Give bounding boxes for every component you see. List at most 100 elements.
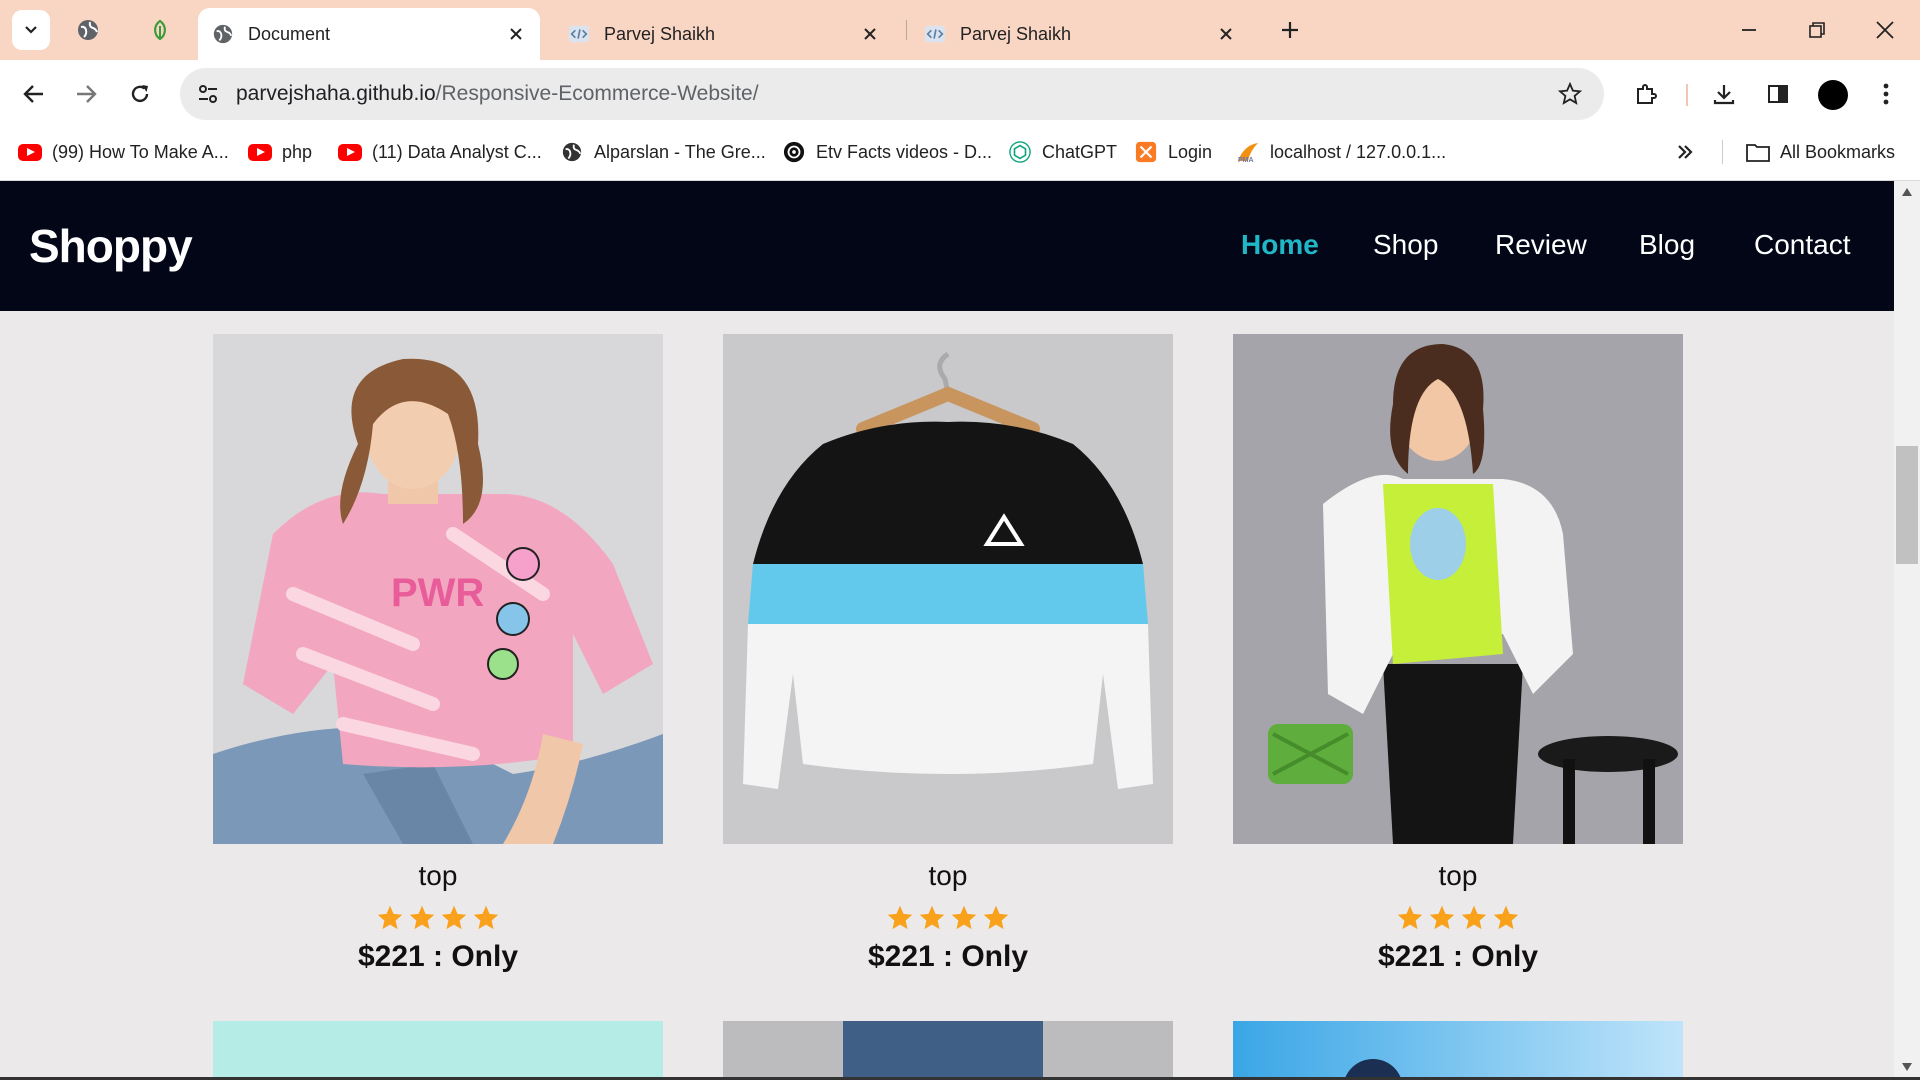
- star-icon: [377, 905, 403, 930]
- close-icon: [1876, 21, 1894, 39]
- tab-parvej-shaikh-2[interactable]: Parvej Shaikh: [910, 8, 1250, 60]
- address-bar[interactable]: parvejshaha.github.io/Responsive-Ecommer…: [180, 68, 1604, 120]
- product-image-pink-tshirt[interactable]: PWR: [213, 334, 663, 844]
- bookmark-label: php: [282, 141, 313, 162]
- scroll-up-arrow-icon[interactable]: [1900, 185, 1914, 199]
- product-card[interactable]: PWR top $221 : Only: [213, 334, 663, 974]
- extensions-icon[interactable]: [1628, 76, 1664, 112]
- product-image-lime-tshirt[interactable]: [1233, 334, 1683, 844]
- reload-button[interactable]: [122, 76, 158, 112]
- globe-icon: [78, 20, 98, 40]
- bookmark-label: Alparslan - The Gre...: [594, 141, 766, 162]
- browser-toolbar: parvejshaha.github.io/Responsive-Ecommer…: [0, 60, 1920, 188]
- forward-button[interactable]: [68, 76, 104, 112]
- site-info-icon[interactable]: [192, 78, 224, 110]
- nav-link-home[interactable]: Home: [1241, 229, 1319, 261]
- close-window-button[interactable]: [1862, 10, 1908, 50]
- new-tab-button[interactable]: [1274, 14, 1306, 46]
- folder-icon: [1746, 140, 1770, 164]
- chevron-down-icon: [25, 26, 37, 34]
- bookmark-label: localhost / 127.0.0.1...: [1270, 141, 1447, 162]
- profile-avatar[interactable]: [1818, 80, 1848, 110]
- product-image-partial[interactable]: [1233, 1021, 1683, 1080]
- star-icon: [409, 905, 435, 930]
- bookmark-label: ChatGPT: [1042, 141, 1118, 162]
- close-icon[interactable]: [860, 24, 880, 44]
- bookmark-item[interactable]: PMA localhost / 127.0.0.1...: [1236, 138, 1446, 166]
- close-icon[interactable]: [1216, 24, 1236, 44]
- chatgpt-icon: [1008, 140, 1032, 164]
- nav-link-blog[interactable]: Blog: [1639, 229, 1695, 261]
- bookmark-item[interactable]: Login: [1134, 138, 1212, 166]
- code-icon: [924, 25, 946, 43]
- bookmark-item[interactable]: php: [248, 138, 312, 166]
- svg-text:PWR: PWR: [391, 571, 484, 615]
- all-bookmarks-button[interactable]: All Bookmarks: [1746, 138, 1895, 166]
- arrow-left-icon: [23, 85, 43, 103]
- site-header: Shoppy Home Shop Review Blog Contact: [0, 181, 1894, 311]
- star-icon: [983, 905, 1009, 930]
- star-icon: [1493, 905, 1519, 930]
- bookmark-item[interactable]: ChatGPT: [1008, 138, 1117, 166]
- product-price: $221 : Only: [867, 940, 1029, 973]
- tab-label: Parvej Shaikh: [604, 23, 716, 44]
- restore-button[interactable]: [1794, 10, 1840, 50]
- youtube-icon: [338, 140, 362, 164]
- star-icon: [951, 905, 977, 930]
- side-panel-icon[interactable]: [1760, 76, 1796, 112]
- site-logo[interactable]: Shoppy: [29, 219, 193, 273]
- rating-stars: [213, 904, 663, 934]
- more-menu-icon[interactable]: [1868, 76, 1904, 112]
- product-image-partial[interactable]: [213, 1021, 663, 1080]
- back-button[interactable]: [16, 76, 52, 112]
- page-scrollbar[interactable]: [1894, 181, 1920, 1080]
- url-domain: parvejshaha.github.io: [236, 82, 436, 105]
- minimize-button[interactable]: [1726, 10, 1772, 50]
- bookmark-star-icon[interactable]: [1554, 78, 1586, 110]
- star-icon: [441, 905, 467, 930]
- product-card[interactable]: top $221 : Only: [723, 334, 1173, 974]
- tab-document[interactable]: Document: [198, 8, 540, 60]
- tab-parvej-shaikh-1[interactable]: Parvej Shaikh: [554, 8, 894, 60]
- code-icon: [568, 25, 590, 43]
- bookmark-item[interactable]: Alparslan - The Gre...: [560, 138, 766, 166]
- bookmark-label: (11) Data Analyst C...: [372, 141, 542, 162]
- nav-link-contact[interactable]: Contact: [1754, 229, 1851, 261]
- scrollbar-thumb[interactable]: [1896, 446, 1918, 564]
- product-title: top: [928, 860, 968, 891]
- bookmark-item[interactable]: Etv Facts videos - D...: [782, 138, 992, 166]
- download-icon[interactable]: [1706, 76, 1742, 112]
- bookmark-item[interactable]: (99) How To Make A...: [18, 138, 229, 166]
- product-image-sweatshirt[interactable]: [723, 334, 1173, 844]
- tab-label: Parvej Shaikh: [960, 23, 1072, 44]
- star-icon: [473, 905, 499, 930]
- globe-icon: [213, 24, 233, 44]
- star-icon: [919, 905, 945, 930]
- star-icon: [1429, 905, 1455, 930]
- close-icon[interactable]: [506, 24, 526, 44]
- product-card[interactable]: top $221 : Only: [1233, 334, 1683, 974]
- rating-stars: [1233, 904, 1683, 934]
- scroll-down-arrow-icon[interactable]: [1900, 1060, 1914, 1074]
- plus-icon: [1282, 22, 1298, 38]
- nav-link-shop[interactable]: Shop: [1373, 229, 1438, 261]
- pinned-tab-globe[interactable]: [72, 14, 104, 46]
- bookmarks-bar: (99) How To Make A... php (11) Data Anal…: [0, 130, 1920, 174]
- minimize-icon: [1742, 29, 1756, 31]
- arrow-right-icon: [77, 85, 97, 103]
- xampp-icon: [1134, 140, 1158, 164]
- tab-separator: [906, 20, 907, 40]
- youtube-icon: [248, 140, 272, 164]
- more-bookmarks-button[interactable]: [1676, 138, 1694, 166]
- nav-link-review[interactable]: Review: [1495, 229, 1587, 261]
- tab-search-button[interactable]: [12, 10, 50, 50]
- pinned-tab-leaf[interactable]: [144, 14, 176, 46]
- svg-text:PMA: PMA: [1238, 157, 1254, 163]
- etv-icon: [782, 140, 806, 164]
- leaf-icon: [154, 19, 166, 41]
- url-text[interactable]: parvejshaha.github.io/Responsive-Ecommer…: [236, 82, 759, 106]
- product-image-partial[interactable]: [723, 1021, 1173, 1080]
- star-icon: [1461, 905, 1487, 930]
- bookmark-label: (99) How To Make A...: [52, 141, 229, 162]
- bookmark-item[interactable]: (11) Data Analyst C...: [338, 138, 542, 166]
